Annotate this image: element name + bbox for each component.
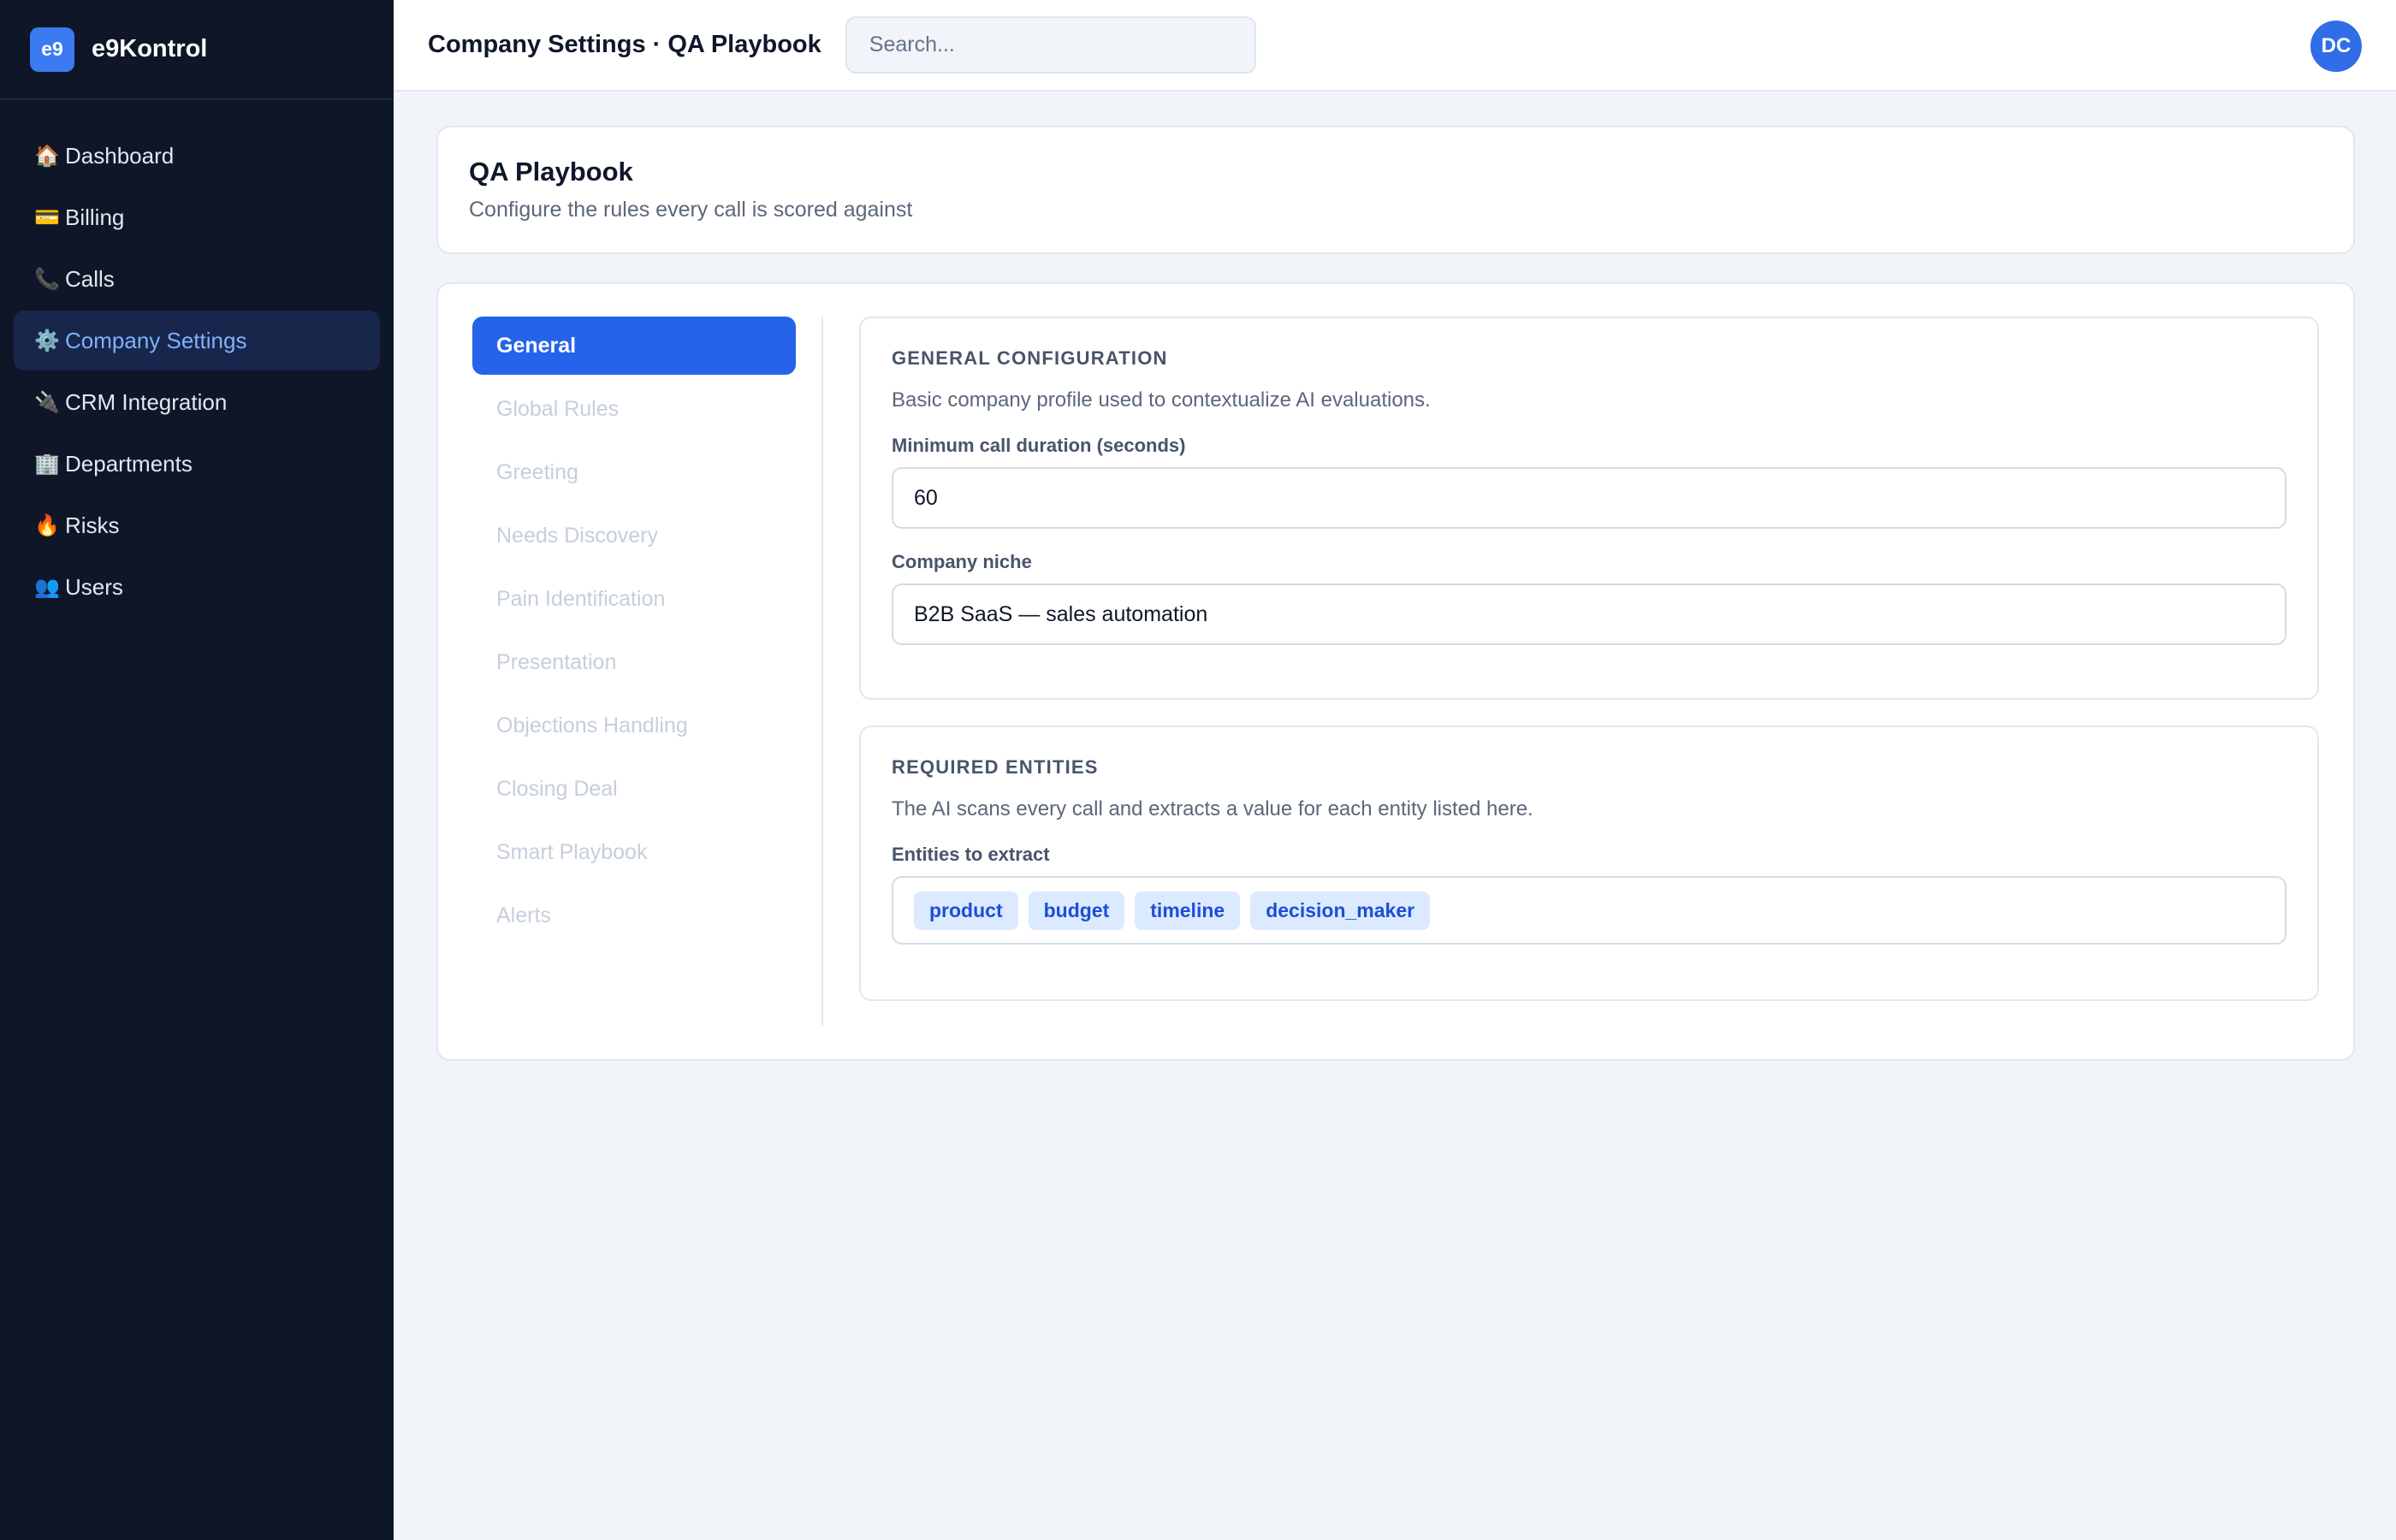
tab-pain-identification[interactable]: Pain Identification (472, 570, 796, 628)
sidebar-item-label: Company Settings (65, 327, 247, 353)
tab-panels: GENERAL CONFIGURATION Basic company prof… (823, 317, 2319, 1025)
tab-closing-deal[interactable]: Closing Deal (472, 760, 796, 818)
gear-icon: ⚙️ (34, 329, 60, 352)
sidebar-item-dashboard[interactable]: 🏠 Dashboard (14, 126, 380, 186)
brand-name: e9Kontrol (92, 35, 208, 62)
panel-title: REQUIRED ENTITIES (892, 756, 1099, 778)
tab-smart-playbook[interactable]: Smart Playbook (472, 823, 796, 881)
required-entities-panel: REQUIRED ENTITIES The AI scans every cal… (859, 726, 2319, 1001)
playbook-header-card: QA Playbook Configure the rules every ca… (436, 126, 2355, 254)
main-area: Company Settings · QA Playbook DC QA Pla… (394, 0, 2396, 1540)
section-subtitle: Configure the rules every call is scored… (469, 198, 913, 222)
panel-title: GENERAL CONFIGURATION (892, 347, 1168, 369)
content: QA Playbook Configure the rules every ca… (394, 92, 2396, 1061)
entity-chip[interactable]: budget (1028, 891, 1125, 930)
sidebar-item-label: Users (65, 573, 123, 600)
sidebar-item-label: CRM Integration (65, 388, 228, 415)
page-title: Company Settings · QA Playbook (428, 31, 821, 58)
company-niche-input[interactable] (892, 583, 2286, 645)
fire-icon: 🔥 (34, 513, 60, 537)
tab-needs-discovery[interactable]: Needs Discovery (472, 506, 796, 565)
sidebar-item-label: Billing (65, 204, 125, 230)
sidebar-item-users[interactable]: 👥 Users (14, 557, 380, 617)
entities-input[interactable]: product budget timeline decision_maker (892, 876, 2286, 945)
sidebar-item-company-settings[interactable]: ⚙️ Company Settings (14, 311, 380, 370)
sidebar: e9 e9Kontrol 🏠 Dashboard 💳 Billing 📞 Cal… (0, 0, 394, 1540)
tab-objections-handling[interactable]: Objections Handling (472, 696, 796, 755)
app-root: e9 e9Kontrol 🏠 Dashboard 💳 Billing 📞 Cal… (0, 0, 2396, 1540)
users-icon: 👥 (34, 575, 60, 599)
sidebar-nav: 🏠 Dashboard 💳 Billing 📞 Calls ⚙️ Company… (0, 100, 394, 617)
company-niche-label: Company niche (892, 551, 1032, 572)
general-configuration-panel: GENERAL CONFIGURATION Basic company prof… (859, 317, 2319, 700)
home-icon: 🏠 (34, 144, 60, 168)
entities-label: Entities to extract (892, 844, 1050, 865)
sidebar-item-label: Dashboard (65, 142, 175, 169)
tab-presentation[interactable]: Presentation (472, 633, 796, 691)
min-duration-input[interactable] (892, 467, 2286, 529)
topbar: Company Settings · QA Playbook DC (394, 0, 2396, 92)
brand[interactable]: e9 e9Kontrol (0, 0, 394, 100)
entity-chip[interactable]: timeline (1135, 891, 1241, 930)
tab-general[interactable]: General (472, 317, 796, 375)
plug-icon: 🔌 (34, 390, 60, 414)
entity-chip[interactable]: product (914, 891, 1018, 930)
avatar[interactable]: DC (2310, 21, 2362, 72)
settings-card: General Global Rules Greeting Needs Disc… (436, 282, 2355, 1061)
sidebar-item-crm-integration[interactable]: 🔌 CRM Integration (14, 372, 380, 432)
tab-global-rules[interactable]: Global Rules (472, 380, 796, 438)
playbook-tabs: General Global Rules Greeting Needs Disc… (472, 317, 823, 1027)
building-icon: 🏢 (34, 452, 60, 476)
panel-description: The AI scans every call and extracts a v… (892, 797, 1533, 820)
sidebar-item-label: Risks (65, 512, 120, 538)
sidebar-item-risks[interactable]: 🔥 Risks (14, 495, 380, 555)
credit-card-icon: 💳 (34, 205, 60, 229)
search-input[interactable] (845, 16, 1256, 74)
sidebar-item-calls[interactable]: 📞 Calls (14, 249, 380, 309)
sidebar-item-departments[interactable]: 🏢 Departments (14, 434, 380, 494)
brand-logo: e9 (30, 27, 74, 72)
sidebar-item-label: Calls (65, 265, 115, 292)
panel-description: Basic company profile used to contextual… (892, 388, 1431, 412)
section-title: QA Playbook (469, 157, 633, 187)
tab-greeting[interactable]: Greeting (472, 443, 796, 501)
tab-alerts[interactable]: Alerts (472, 886, 796, 945)
sidebar-item-billing[interactable]: 💳 Billing (14, 187, 380, 247)
entity-chip[interactable]: decision_maker (1250, 891, 1431, 930)
phone-icon: 📞 (34, 267, 60, 291)
sidebar-item-label: Departments (65, 450, 193, 477)
min-duration-label: Minimum call duration (seconds) (892, 435, 1186, 456)
